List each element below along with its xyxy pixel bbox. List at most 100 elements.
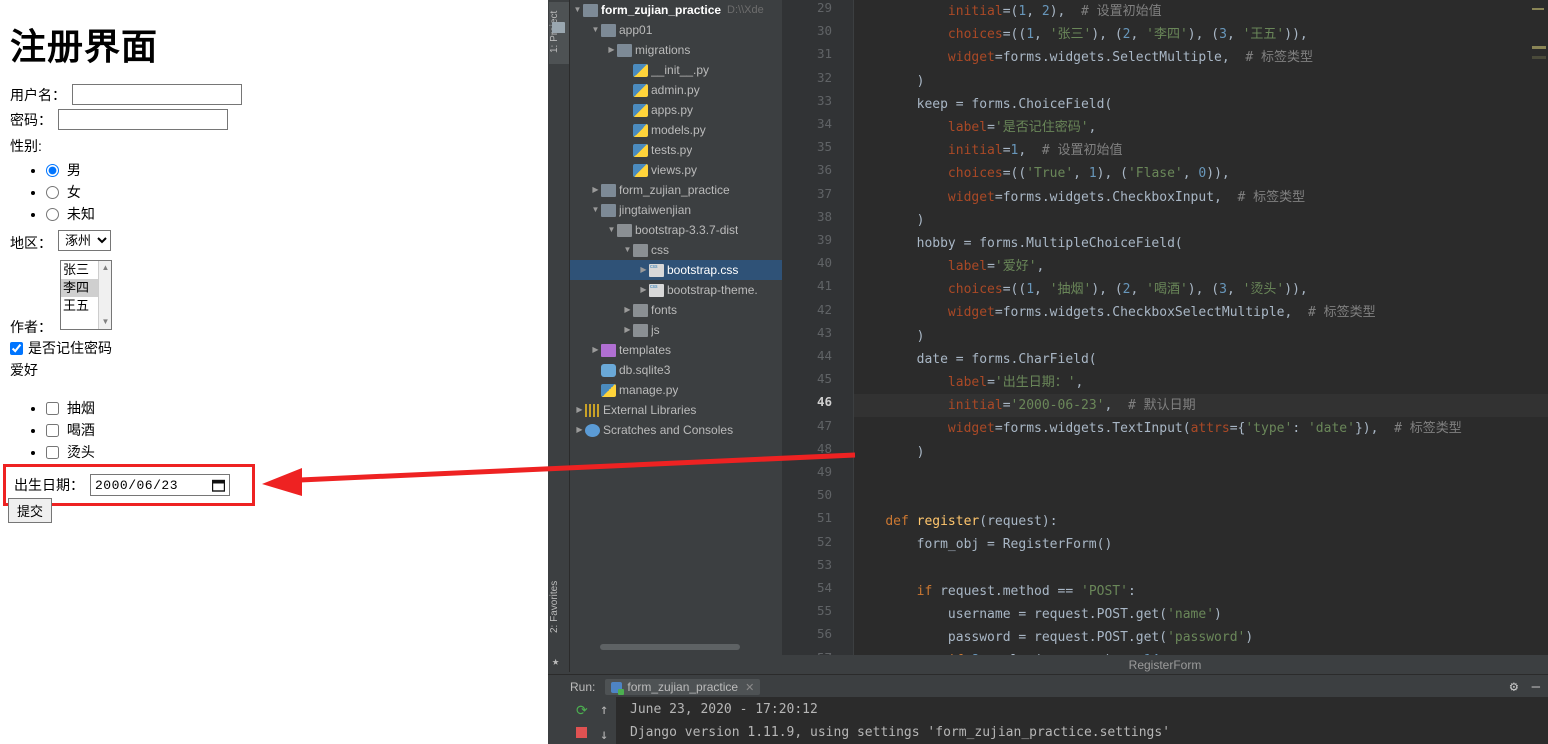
- code-editor[interactable]: 29 30 31 32 33 34 35 36 37 38 39 40 41 42 43 44 45 46 47 48…: [782, 0, 1548, 665]
- chevron-right-icon[interactable]: ▶: [622, 300, 633, 320]
- arrow-up-icon[interactable]: ↑: [600, 702, 608, 718]
- code-line[interactable]: widget=forms.widgets.TextInput(attrs={'t…: [854, 417, 1548, 440]
- gender-radio-female[interactable]: [46, 186, 59, 199]
- keep-password-checkbox[interactable]: [10, 341, 23, 355]
- code-line[interactable]: keep = forms.ChoiceField(: [854, 93, 1548, 116]
- tree-row[interactable]: ▶ templates: [570, 340, 782, 360]
- tree-row[interactable]: ▶ migrations: [570, 40, 782, 60]
- rerun-icon[interactable]: ⟳: [576, 703, 588, 719]
- code-line[interactable]: def register(request):: [854, 510, 1548, 533]
- region-select[interactable]: 涿州: [58, 230, 111, 251]
- code-line[interactable]: [854, 557, 1548, 580]
- tree-row[interactable]: ▶ form_zujian_practice: [570, 180, 782, 200]
- chevron-down-icon[interactable]: ▼: [606, 220, 617, 240]
- hobby-checkbox-drink[interactable]: [46, 424, 59, 437]
- chevron-down-icon[interactable]: ▼: [590, 200, 601, 220]
- chevron-right-icon[interactable]: ▶: [622, 320, 633, 340]
- line-number: 34: [816, 116, 832, 131]
- code-line[interactable]: ): [854, 209, 1548, 232]
- listbox-scrollbar[interactable]: ▲ ▼: [98, 261, 111, 329]
- editor-code-area[interactable]: initial=(1, 2), # 设置初始值 choices=((1, '张三…: [854, 0, 1548, 660]
- code-line[interactable]: if request.method == 'POST':: [854, 580, 1548, 603]
- tree-row[interactable]: manage.py: [570, 380, 782, 400]
- code-line[interactable]: widget=forms.widgets.SelectMultiple, # 标…: [854, 46, 1548, 69]
- code-line[interactable]: ): [854, 325, 1548, 348]
- scroll-down-icon[interactable]: ▼: [99, 317, 111, 327]
- tree-row[interactable]: ▶ External Libraries: [570, 400, 782, 420]
- code-line[interactable]: form_obj = RegisterForm(): [854, 533, 1548, 556]
- chevron-right-icon[interactable]: ▶: [638, 280, 649, 300]
- tab-run-configuration[interactable]: form_zujian_practice ✕: [605, 679, 761, 695]
- tree-row[interactable]: models.py: [570, 120, 782, 140]
- code-line[interactable]: label='是否记住密码',: [854, 116, 1548, 139]
- code-line[interactable]: initial='2000-06-23', # 默认日期: [854, 394, 1548, 418]
- tree-row[interactable]: db.sqlite3: [570, 360, 782, 380]
- tree-horizontal-scrollbar[interactable]: [600, 644, 740, 650]
- tree-row[interactable]: ▶ fonts: [570, 300, 782, 320]
- calendar-icon[interactable]: [212, 479, 225, 492]
- tree-row[interactable]: ▼ bootstrap-3.3.7-dist: [570, 220, 782, 240]
- chevron-right-icon[interactable]: ▶: [638, 260, 649, 280]
- tree-row[interactable]: ▶ js: [570, 320, 782, 340]
- tree-row[interactable]: ▼ app01: [570, 20, 782, 40]
- code-line[interactable]: [854, 487, 1548, 510]
- tree-row-project-root[interactable]: ▼ form_zujian_practice D:\\Xde: [570, 0, 782, 20]
- code-line[interactable]: ): [854, 441, 1548, 464]
- code-line[interactable]: label='出生日期：',: [854, 371, 1548, 394]
- gender-radio-male[interactable]: [46, 164, 59, 177]
- hobby-checkbox-smoke[interactable]: [46, 402, 59, 415]
- gender-radio-unknown[interactable]: [46, 208, 59, 221]
- tree-row[interactable]: ▶ Scratches and Consoles: [570, 420, 782, 440]
- chevron-right-icon[interactable]: ▶: [590, 180, 601, 200]
- tree-row[interactable]: ▼ css: [570, 240, 782, 260]
- tree-row[interactable]: __init__.py: [570, 60, 782, 80]
- gear-icon[interactable]: ⚙: [1510, 679, 1518, 695]
- chevron-down-icon[interactable]: ▼: [622, 240, 633, 260]
- tree-row[interactable]: tests.py: [570, 140, 782, 160]
- chevron-down-icon[interactable]: ▼: [590, 20, 601, 40]
- project-tree[interactable]: ▼ form_zujian_practice D:\\Xde ▼ app01 ▶ mi…: [570, 0, 782, 660]
- birthdate-input[interactable]: 2000/06/23: [90, 474, 230, 496]
- chevron-right-icon[interactable]: ▶: [606, 40, 617, 60]
- run-console-output[interactable]: June 23, 2020 - 17:20:12 Django version 1…: [616, 697, 1548, 744]
- code-line[interactable]: username = request.POST.get('name'): [854, 603, 1548, 626]
- author-multiselect-listbox[interactable]: 张三 李四 王五 ▲ ▼: [60, 260, 112, 330]
- username-input[interactable]: [72, 84, 242, 105]
- hobby-checkbox-perm[interactable]: [46, 446, 59, 459]
- tool-window-button-project[interactable]: 1: Project: [549, 2, 569, 64]
- scroll-up-icon[interactable]: ▲: [99, 263, 111, 273]
- tree-row[interactable]: apps.py: [570, 100, 782, 120]
- chevron-right-icon[interactable]: ▶: [574, 400, 585, 420]
- code-line[interactable]: choices=((1, '抽烟'), (2, '喝酒'), (3, '烫头')…: [854, 278, 1548, 301]
- code-line[interactable]: choices=((1, '张三'), (2, '李四'), (3, '王五')…: [854, 23, 1548, 46]
- chevron-right-icon[interactable]: ▶: [590, 340, 601, 360]
- tree-row[interactable]: ▶ bootstrap.css: [570, 257, 782, 280]
- gender-option-label: 男: [66, 162, 81, 178]
- submit-button[interactable]: 提交: [8, 498, 53, 523]
- minimize-icon[interactable]: —: [1532, 679, 1540, 695]
- code-line[interactable]: widget=forms.widgets.CheckboxInput, # 标签…: [854, 186, 1548, 209]
- code-line[interactable]: choices=(('True', 1), ('Flase', 0)),: [854, 162, 1548, 185]
- code-line[interactable]: widget=forms.widgets.CheckboxSelectMulti…: [854, 301, 1548, 324]
- close-icon[interactable]: ✕: [745, 681, 754, 694]
- code-line[interactable]: password = request.POST.get('password'): [854, 626, 1548, 649]
- tree-row[interactable]: ▼ jingtaiwenjian: [570, 200, 782, 220]
- stop-icon[interactable]: [576, 727, 587, 738]
- code-line[interactable]: hobby = forms.MultipleChoiceField(: [854, 232, 1548, 255]
- editor-fold-strip[interactable]: [840, 0, 854, 660]
- code-line[interactable]: initial=1, # 设置初始值: [854, 139, 1548, 162]
- code-line[interactable]: initial=(1, 2), # 设置初始值: [854, 0, 1548, 23]
- code-line[interactable]: [854, 464, 1548, 487]
- code-line[interactable]: label='爱好',: [854, 255, 1548, 278]
- password-input[interactable]: [58, 109, 228, 130]
- tree-row[interactable]: views.py: [570, 160, 782, 180]
- code-line[interactable]: date = forms.CharField(: [854, 348, 1548, 371]
- arrow-down-icon[interactable]: ↓: [600, 727, 608, 743]
- tree-row[interactable]: admin.py: [570, 80, 782, 100]
- author-label: 作者：: [10, 319, 52, 335]
- chevron-right-icon[interactable]: ▶: [574, 420, 585, 440]
- code-line[interactable]: ): [854, 70, 1548, 93]
- chevron-down-icon[interactable]: ▼: [572, 0, 583, 20]
- tool-window-button-favorites[interactable]: 2: Favorites: [549, 566, 569, 648]
- tree-row[interactable]: ▶ bootstrap-theme.: [570, 277, 782, 300]
